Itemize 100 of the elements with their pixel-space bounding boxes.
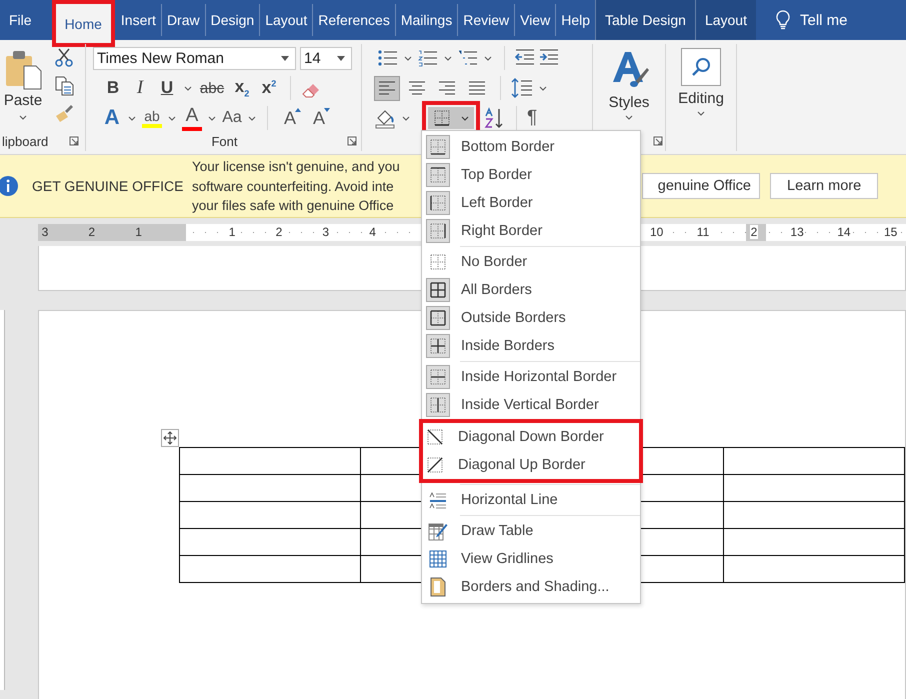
menu-item[interactable]: Draw Table (422, 517, 640, 545)
paste-button[interactable]: Paste (0, 44, 46, 131)
caret-icon[interactable] (539, 86, 547, 90)
increase-indent-icon[interactable] (539, 49, 559, 67)
menu-item[interactable]: Outside Borders (422, 304, 640, 332)
message-button[interactable]: genuine Office (642, 173, 760, 199)
table-cell[interactable] (180, 528, 361, 556)
ruler-number: 2 (87, 224, 96, 238)
scissors-icon[interactable] (54, 48, 74, 68)
table-cell[interactable] (180, 448, 361, 474)
font-effect-button[interactable]: ab (141, 108, 163, 128)
font-effect-button[interactable]: A (181, 105, 203, 131)
menu-item[interactable]: Borders and Shading... (422, 573, 640, 601)
draw-table-icon (428, 521, 448, 541)
dialog-launcher-icon[interactable] (653, 136, 663, 146)
search-icon[interactable] (681, 48, 721, 86)
menu-item[interactable]: View Gridlines (422, 545, 640, 573)
ribbon-tab[interactable]: File (4, 4, 37, 36)
ribbon-tab[interactable]: Draw (160, 4, 205, 36)
message-text: your files safe with genuine Office (192, 197, 395, 215)
caret-icon[interactable] (697, 111, 705, 116)
ribbon-tab[interactable]: Layout (694, 0, 756, 40)
caret-icon[interactable] (402, 116, 410, 120)
table-cell[interactable] (180, 556, 361, 582)
dialog-launcher-icon[interactable] (69, 136, 79, 146)
table-cell[interactable] (180, 502, 361, 528)
menu-item[interactable]: All Borders (422, 276, 640, 304)
move-handle-icon[interactable] (161, 429, 179, 447)
line-spacing-icon[interactable] (511, 78, 533, 98)
font-effect-button[interactable]: Aa (221, 109, 243, 127)
menu-item[interactable]: Inside Horizontal Border (422, 363, 640, 391)
show-marks-button[interactable]: ¶ (527, 107, 538, 129)
dialog-launcher-icon[interactable] (347, 136, 357, 146)
multilevel-list-icon[interactable] (458, 49, 478, 67)
caret-icon[interactable] (248, 116, 256, 120)
ruler-number: 4 (368, 224, 377, 238)
ribbon-tab[interactable]: Mailings (394, 4, 458, 36)
format-button[interactable]: U (155, 78, 179, 98)
format-button[interactable]: I (128, 77, 152, 99)
dropdown-arrow-icon (337, 56, 345, 60)
ribbon-tab[interactable]: Table Design (595, 0, 695, 40)
align-right-icon (438, 81, 456, 95)
menu-item[interactable]: Horizontal Line (422, 486, 640, 514)
menu-item[interactable]: Inside Vertical Border (422, 391, 640, 419)
menu-item[interactable]: Right Border (422, 217, 640, 245)
font-size-button[interactable]: A (306, 108, 332, 128)
ribbon-tab[interactable]: Review (457, 4, 514, 36)
message-button[interactable]: Learn more (770, 173, 878, 199)
menu-item[interactable]: No Border (422, 248, 640, 276)
editing-button[interactable]: Editing (678, 90, 724, 107)
caret-icon[interactable] (184, 86, 192, 90)
table-cell[interactable] (723, 474, 904, 502)
diagonal-up-icon (426, 456, 444, 474)
caret-icon[interactable] (168, 116, 176, 120)
format-painter-icon[interactable] (54, 104, 74, 124)
ribbon-tab[interactable]: Insert (116, 4, 161, 36)
ribbon-tab[interactable]: Design (204, 4, 260, 36)
table-cell[interactable] (723, 528, 904, 556)
copy-icon[interactable] (54, 76, 74, 96)
menu-item[interactable]: Left Border (422, 189, 640, 217)
inside-borders-icon (429, 337, 447, 355)
align-button[interactable] (374, 76, 400, 100)
bullets-icon[interactable] (378, 49, 398, 67)
numbering-icon[interactable] (418, 49, 438, 67)
vertical-border-icon (429, 396, 447, 414)
font-size-button[interactable]: A (277, 108, 303, 128)
ruler-number: 14 (836, 224, 852, 238)
menu-item[interactable]: Diagonal Down Border (419, 419, 643, 451)
caret-icon[interactable] (128, 116, 136, 120)
menu-item[interactable]: Inside Borders (422, 332, 640, 360)
table-cell[interactable] (723, 502, 904, 528)
caret-icon[interactable] (404, 56, 412, 60)
decrease-indent-icon[interactable] (515, 49, 535, 67)
caret-icon[interactable] (444, 56, 452, 60)
caret-icon[interactable] (484, 56, 492, 60)
menu-item[interactable]: Bottom Border (422, 133, 640, 161)
right-border-icon (429, 222, 447, 240)
font-size-field[interactable]: 14 (300, 46, 352, 70)
format-button[interactable]: abc (197, 80, 227, 96)
ribbon-tab[interactable]: View (514, 4, 556, 36)
caret-icon (461, 116, 469, 120)
caret-icon[interactable] (625, 115, 633, 120)
styles-button[interactable]: Styles (608, 94, 650, 111)
format-button[interactable]: x$^{2}$ (257, 78, 281, 98)
caret-icon[interactable] (208, 116, 216, 120)
group-label: lipboard (2, 134, 48, 148)
format-button[interactable]: B (101, 78, 125, 98)
table-cell[interactable] (723, 556, 904, 582)
tell-me-button[interactable]: Tell me (800, 0, 848, 40)
table-cell[interactable] (180, 474, 361, 502)
ribbon-tab[interactable]: Layout (259, 4, 312, 36)
menu-item[interactable]: Top Border (422, 161, 640, 189)
ribbon-tab[interactable]: References (312, 4, 395, 36)
ribbon-tab[interactable]: Home (58, 7, 108, 40)
ruler-number: 10 (649, 224, 664, 238)
font-effect-button[interactable]: A (101, 106, 123, 130)
format-button[interactable]: x$_{2}$ (230, 77, 254, 99)
table-cell[interactable] (723, 448, 904, 474)
diagonal-down-icon (426, 428, 444, 446)
font-name-field[interactable]: Times New Roman (93, 46, 296, 70)
